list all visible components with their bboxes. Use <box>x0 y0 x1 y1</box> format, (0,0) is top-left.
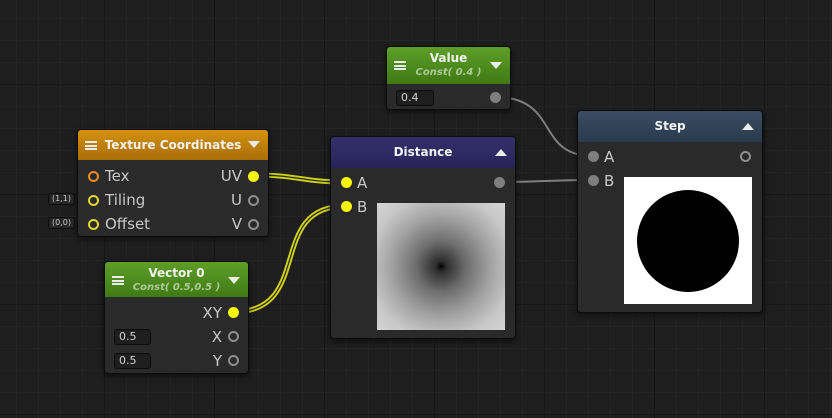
v-output-label: V <box>231 215 242 233</box>
uv-output-port[interactable] <box>248 171 259 182</box>
tex-input-port[interactable] <box>88 171 99 182</box>
distance-preview-image <box>377 203 505 330</box>
step-output-port[interactable] <box>740 151 751 162</box>
collapse-up-icon[interactable] <box>495 149 507 156</box>
y-output-port[interactable] <box>228 355 239 366</box>
node-graph-canvas[interactable]: Value Const( 0.4 ) 0.4 Texture Coordinat… <box>0 0 832 418</box>
offset-input-label: Offset <box>105 215 151 233</box>
distance-node-header[interactable]: Distance <box>331 137 515 168</box>
offset-input-port[interactable] <box>88 219 99 230</box>
collapse-down-icon[interactable] <box>228 277 240 284</box>
vector-0-node-header[interactable]: Vector 0 Const( 0.5,0.5 ) <box>105 262 248 297</box>
value-node-header[interactable]: Value Const( 0.4 ) <box>387 47 510 84</box>
distance-a-label: A <box>357 174 368 192</box>
u-output-port[interactable] <box>248 195 259 206</box>
distance-node[interactable]: Distance A B <box>330 136 516 339</box>
collapse-down-icon[interactable] <box>248 141 260 148</box>
y-output-label: Y <box>212 352 222 370</box>
texture-coordinates-header[interactable]: Texture Coordinates <box>78 130 268 160</box>
distance-output-port[interactable] <box>494 177 505 188</box>
xy-output-port[interactable] <box>228 307 239 318</box>
y-field[interactable]: 0.5 <box>114 353 151 369</box>
uv-output-label: UV <box>220 167 242 185</box>
step-b-label: B <box>604 172 615 190</box>
tiling-input-port[interactable] <box>88 195 99 206</box>
tex-input-label: Tex <box>105 167 130 185</box>
step-preview-circle <box>637 190 739 292</box>
value-field[interactable]: 0.4 <box>396 90 434 106</box>
tiling-input-label: Tiling <box>105 191 146 209</box>
u-output-label: U <box>231 191 242 209</box>
tiling-default-value[interactable]: (1,1) <box>48 193 75 205</box>
distance-b-input-port[interactable] <box>341 201 352 212</box>
value-output-port[interactable] <box>490 92 501 103</box>
distance-a-input-port[interactable] <box>341 177 352 188</box>
vector-0-subtitle: Const( 0.5,0.5 ) <box>132 282 221 293</box>
distance-node-title: Distance <box>393 145 453 159</box>
x-output-port[interactable] <box>228 331 239 342</box>
step-a-label: A <box>604 148 615 166</box>
collapse-up-icon[interactable] <box>742 123 754 130</box>
vector-0-node[interactable]: Vector 0 Const( 0.5,0.5 ) XY 0.5 X 0.5 Y <box>104 261 249 374</box>
value-node[interactable]: Value Const( 0.4 ) 0.4 <box>386 46 511 110</box>
step-a-input-port[interactable] <box>588 151 599 162</box>
texture-coordinates-title: Texture Coordinates <box>104 138 242 152</box>
step-b-input-port[interactable] <box>588 175 599 186</box>
vector-0-title: Vector 0 <box>148 266 205 280</box>
step-node[interactable]: Step A B <box>577 110 763 313</box>
step-preview-image <box>624 177 752 304</box>
v-output-port[interactable] <box>248 219 259 230</box>
distance-b-label: B <box>357 198 368 216</box>
step-node-header[interactable]: Step <box>578 111 762 142</box>
x-output-label: X <box>211 328 222 346</box>
x-field[interactable]: 0.5 <box>114 329 151 345</box>
step-node-title: Step <box>654 119 686 133</box>
offset-default-value[interactable]: (0,0) <box>48 217 75 229</box>
xy-output-label: XY <box>202 304 222 322</box>
texture-coordinates-node[interactable]: Texture Coordinates Tex Tiling Offset UV… <box>77 129 269 237</box>
collapse-down-icon[interactable] <box>490 62 502 69</box>
